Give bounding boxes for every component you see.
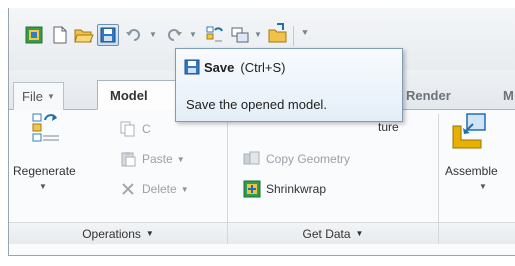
copy-geometry-icon xyxy=(243,150,261,168)
application-frame: ▼ ▼ File ▼ Model Render M Regenerate ▼ C… xyxy=(8,8,515,256)
windows-icon[interactable] xyxy=(229,24,251,46)
user-defined-feature-label[interactable]: ture xyxy=(378,120,399,134)
shrinkwrap-label: Shrinkwrap xyxy=(266,182,327,196)
redo-icon[interactable] xyxy=(163,24,185,46)
windows-dropdown-icon[interactable]: ▼ xyxy=(254,30,262,39)
tab-more-label: M xyxy=(503,87,514,103)
toolbar-divider xyxy=(293,26,294,46)
new-file-icon[interactable] xyxy=(49,24,71,46)
delete-button[interactable]: Delete ▼ xyxy=(119,180,189,198)
assemble-icon xyxy=(452,113,486,149)
save-icon[interactable] xyxy=(97,24,119,46)
shrinkwrap-icon xyxy=(243,180,261,198)
assemble-group-footer xyxy=(439,222,515,244)
tab-render-label: Render xyxy=(406,87,451,103)
tab-more[interactable]: M xyxy=(491,80,515,110)
tab-model[interactable]: Model xyxy=(97,80,177,110)
regenerate-icon xyxy=(32,113,59,142)
redo-dropdown-icon[interactable]: ▼ xyxy=(189,30,197,39)
get-data-group-footer[interactable]: Get Data ▼ xyxy=(228,222,438,244)
regenerate-model-icon[interactable] xyxy=(23,24,45,46)
tab-model-label: Model xyxy=(110,87,148,103)
operations-group-footer[interactable]: Operations ▼ xyxy=(9,222,227,244)
open-folder-icon[interactable] xyxy=(73,24,95,46)
delete-dropdown-icon: ▼ xyxy=(180,184,189,194)
file-dropdown-icon: ▼ xyxy=(46,92,55,101)
undo-icon[interactable] xyxy=(123,24,145,46)
tab-file-label: File xyxy=(22,89,43,104)
tab-render[interactable]: Render xyxy=(394,80,463,110)
regenerate-label: Regenerate xyxy=(13,164,76,178)
save-icon xyxy=(184,59,200,75)
close-folder-icon[interactable] xyxy=(267,22,289,44)
paste-dropdown-icon: ▼ xyxy=(176,154,185,164)
paste-button[interactable]: Paste ▼ xyxy=(119,150,185,168)
operations-footer-label: Operations xyxy=(82,226,141,241)
regenerate-button[interactable]: Regenerate ▼ xyxy=(13,112,76,212)
tooltip-description: Save the opened model. xyxy=(186,97,327,112)
assemble-dropdown-icon: ▼ xyxy=(479,182,487,191)
copy-icon xyxy=(119,120,137,138)
copy-label: C xyxy=(142,122,151,136)
tooltip-shortcut: (Ctrl+S) xyxy=(240,60,286,75)
tooltip-title: Save (Ctrl+S) xyxy=(204,60,286,75)
copy-geometry-button[interactable]: Copy Geometry xyxy=(243,150,350,168)
regen-toolbar-icon[interactable] xyxy=(203,24,225,46)
undo-dropdown-icon[interactable]: ▼ xyxy=(149,30,157,39)
get-data-footer-label: Get Data xyxy=(302,226,351,241)
tab-file[interactable]: File ▼ xyxy=(13,82,64,110)
shrinkwrap-button[interactable]: Shrinkwrap xyxy=(243,180,326,198)
tooltip-command-name: Save xyxy=(204,60,235,75)
copy-button[interactable]: C xyxy=(119,120,151,138)
customize-icon[interactable]: ⯆ xyxy=(301,28,309,39)
get-data-dropdown-icon: ▼ xyxy=(355,229,364,238)
regenerate-dropdown-icon: ▼ xyxy=(39,182,47,191)
assemble-button[interactable]: Assemble ▼ xyxy=(441,112,515,212)
copy-geometry-label: Copy Geometry xyxy=(266,152,351,166)
assemble-label: Assemble xyxy=(445,164,498,178)
paste-label: Paste xyxy=(142,152,173,166)
delete-icon xyxy=(119,180,137,198)
operations-dropdown-icon: ▼ xyxy=(145,229,154,238)
ribbon-panel: Regenerate ▼ C Paste ▼ Delete ▼ Operatio… xyxy=(9,110,515,255)
save-tooltip: Save (Ctrl+S) Save the opened model. xyxy=(175,48,403,122)
delete-label: Delete xyxy=(142,182,177,196)
paste-icon xyxy=(119,150,137,168)
